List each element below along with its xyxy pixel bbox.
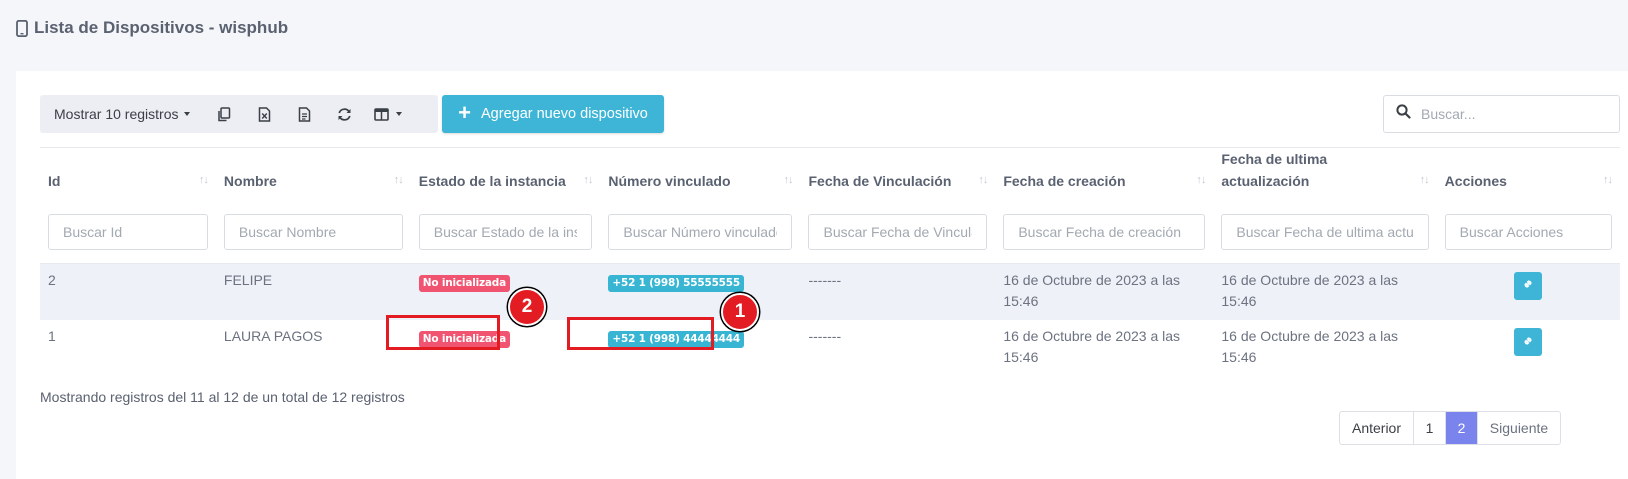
sort-icon: ↑↓ [1196, 174, 1206, 186]
table-toolbar: Mostrar 10 registros [40, 95, 438, 133]
cell-estado: No inicializada [410, 263, 601, 320]
cell-fecha-vinculacion: ------- [800, 263, 996, 320]
col-header-nombre[interactable]: Nombre ↑↓ [215, 147, 411, 202]
sort-icon: ↑↓ [198, 174, 209, 186]
plus-icon: + [458, 100, 471, 125]
col-header-estado[interactable]: Estado de la instancia ↑↓ [410, 147, 601, 202]
cell-numero: +52 1 (998) 55555555 [600, 263, 801, 320]
excel-icon [258, 106, 271, 122]
annotation-marker-1: 1 [721, 293, 759, 331]
copy-button[interactable] [204, 95, 244, 133]
excel-export-button[interactable] [244, 95, 284, 133]
add-device-button[interactable]: + Agregar nuevo dispositivo [442, 95, 664, 133]
filter-fecha-creacion-input[interactable] [1003, 214, 1206, 251]
devices-table-wrap: Id ↑↓ Nombre ↑↓ Estado de la instancia ↑↓ N… [40, 147, 1620, 377]
cell-id: 2 [40, 263, 216, 320]
global-search [1383, 95, 1620, 133]
cell-acciones [1436, 263, 1620, 320]
table-row: 1 LAURA PAGOS No inicializada +52 1 (998… [40, 320, 1620, 377]
page-header: Lista de Dispositivos - wisphub [16, 18, 288, 38]
cell-fecha-creacion: 16 de Octubre de 2023 a las 15:46 [1003, 328, 1181, 365]
cell-nombre: FELIPE [215, 263, 411, 320]
pagination-next[interactable]: Siguiente [1478, 412, 1560, 444]
link-device-button[interactable] [1514, 271, 1543, 300]
page-title: Lista de Dispositivos - wisphub [34, 18, 289, 37]
cell-fecha-vinculacion: ------- [808, 328, 842, 344]
pagination-prev[interactable]: Anterior [1340, 412, 1414, 444]
cell-numero: +52 1 (998) 44444444 [600, 320, 800, 377]
devices-card: Mostrar 10 registros + Agregar nuevo dis… [16, 71, 1628, 479]
page-length-label: Mostrar 10 registros [54, 106, 179, 122]
cell-fecha-actualizacion: 16 de Octubre de 2023 a las 15:46 [1213, 263, 1437, 320]
filter-nombre-input[interactable] [223, 214, 403, 251]
sort-icon: ↑↓ [583, 174, 593, 186]
filter-id-input[interactable] [48, 214, 208, 251]
sort-icon: ↑↓ [783, 174, 793, 186]
pagination: Anterior 1 2 Siguiente [1339, 411, 1561, 445]
caret-down-icon [396, 112, 403, 116]
search-icon [1384, 104, 1421, 124]
cell-fecha-creacion: 16 de Octubre de 2023 a las 15:46 [995, 263, 1214, 320]
global-search-input[interactable] [1421, 106, 1601, 122]
cell-nombre: LAURA PAGOS [223, 328, 323, 344]
caret-down-icon [184, 112, 191, 116]
filter-estado-input[interactable] [418, 214, 593, 251]
col-header-numero[interactable]: Número vinculado ↑↓ [600, 147, 801, 202]
cell-fecha-actualizacion: 16 de Octubre de 2023 a las 15:46 [1221, 328, 1399, 365]
status-badge: No inicializada [418, 331, 511, 348]
table-row: 2 FELIPE No inicializada +52 1 (998) 555… [40, 263, 1620, 320]
col-header-fecha-actualizacion[interactable]: Fecha de ultima actualización ↑↓ [1213, 147, 1437, 202]
pagination-page-2[interactable]: 2 [1446, 412, 1478, 444]
cell-acciones [1437, 320, 1620, 377]
filter-numero-input[interactable] [608, 214, 793, 251]
sort-icon: ↑↓ [978, 174, 988, 186]
cell-estado: No inicializada [411, 320, 601, 377]
phone-badge: +52 1 (998) 55555555 [608, 274, 745, 292]
col-header-fecha-vinculacion[interactable]: Fecha de Vinculación ↑↓ [800, 147, 996, 202]
copy-icon [217, 106, 231, 122]
sort-icon: ↑↓ [393, 174, 404, 186]
refresh-button[interactable] [324, 95, 364, 133]
pagination-page-1[interactable]: 1 [1414, 412, 1446, 444]
filter-fecha-actualizacion-input[interactable] [1221, 214, 1429, 251]
phone-badge: +52 1 (998) 44444444 [608, 331, 745, 348]
filter-fecha-vinculacion-input[interactable] [808, 214, 988, 251]
col-header-fecha-creacion[interactable]: Fecha de creación ↑↓ [995, 147, 1214, 202]
page-length-dropdown[interactable]: Mostrar 10 registros [40, 95, 204, 133]
filter-acciones-input[interactable] [1444, 214, 1612, 251]
link-device-button[interactable] [1514, 328, 1543, 356]
cell-id: 1 [48, 328, 56, 344]
annotation-marker-2: 2 [508, 288, 546, 326]
link-icon [1522, 275, 1534, 296]
status-badge: No inicializada [418, 274, 511, 292]
add-device-label: Agregar nuevo dispositivo [481, 106, 648, 122]
csv-icon [298, 106, 311, 122]
sort-icon: ↑↓ [1419, 174, 1430, 186]
filter-row [40, 202, 1620, 264]
col-header-id[interactable]: Id ↑↓ [40, 147, 216, 202]
columns-icon [374, 107, 390, 121]
col-header-acciones[interactable]: Acciones ↑↓ [1436, 147, 1620, 202]
header-row: Id ↑↓ Nombre ↑↓ Estado de la instancia ↑↓ N… [40, 147, 1620, 202]
csv-export-button[interactable] [284, 95, 324, 133]
column-visibility-button[interactable] [364, 95, 412, 133]
sort-icon: ↑↓ [1603, 174, 1613, 186]
table-info: Mostrando registros del 11 al 12 de un t… [40, 389, 405, 405]
mobile-icon [16, 19, 28, 37]
devices-table: Id ↑↓ Nombre ↑↓ Estado de la instancia ↑↓ N… [40, 147, 1620, 377]
link-icon [1522, 332, 1534, 353]
refresh-icon [337, 107, 352, 122]
